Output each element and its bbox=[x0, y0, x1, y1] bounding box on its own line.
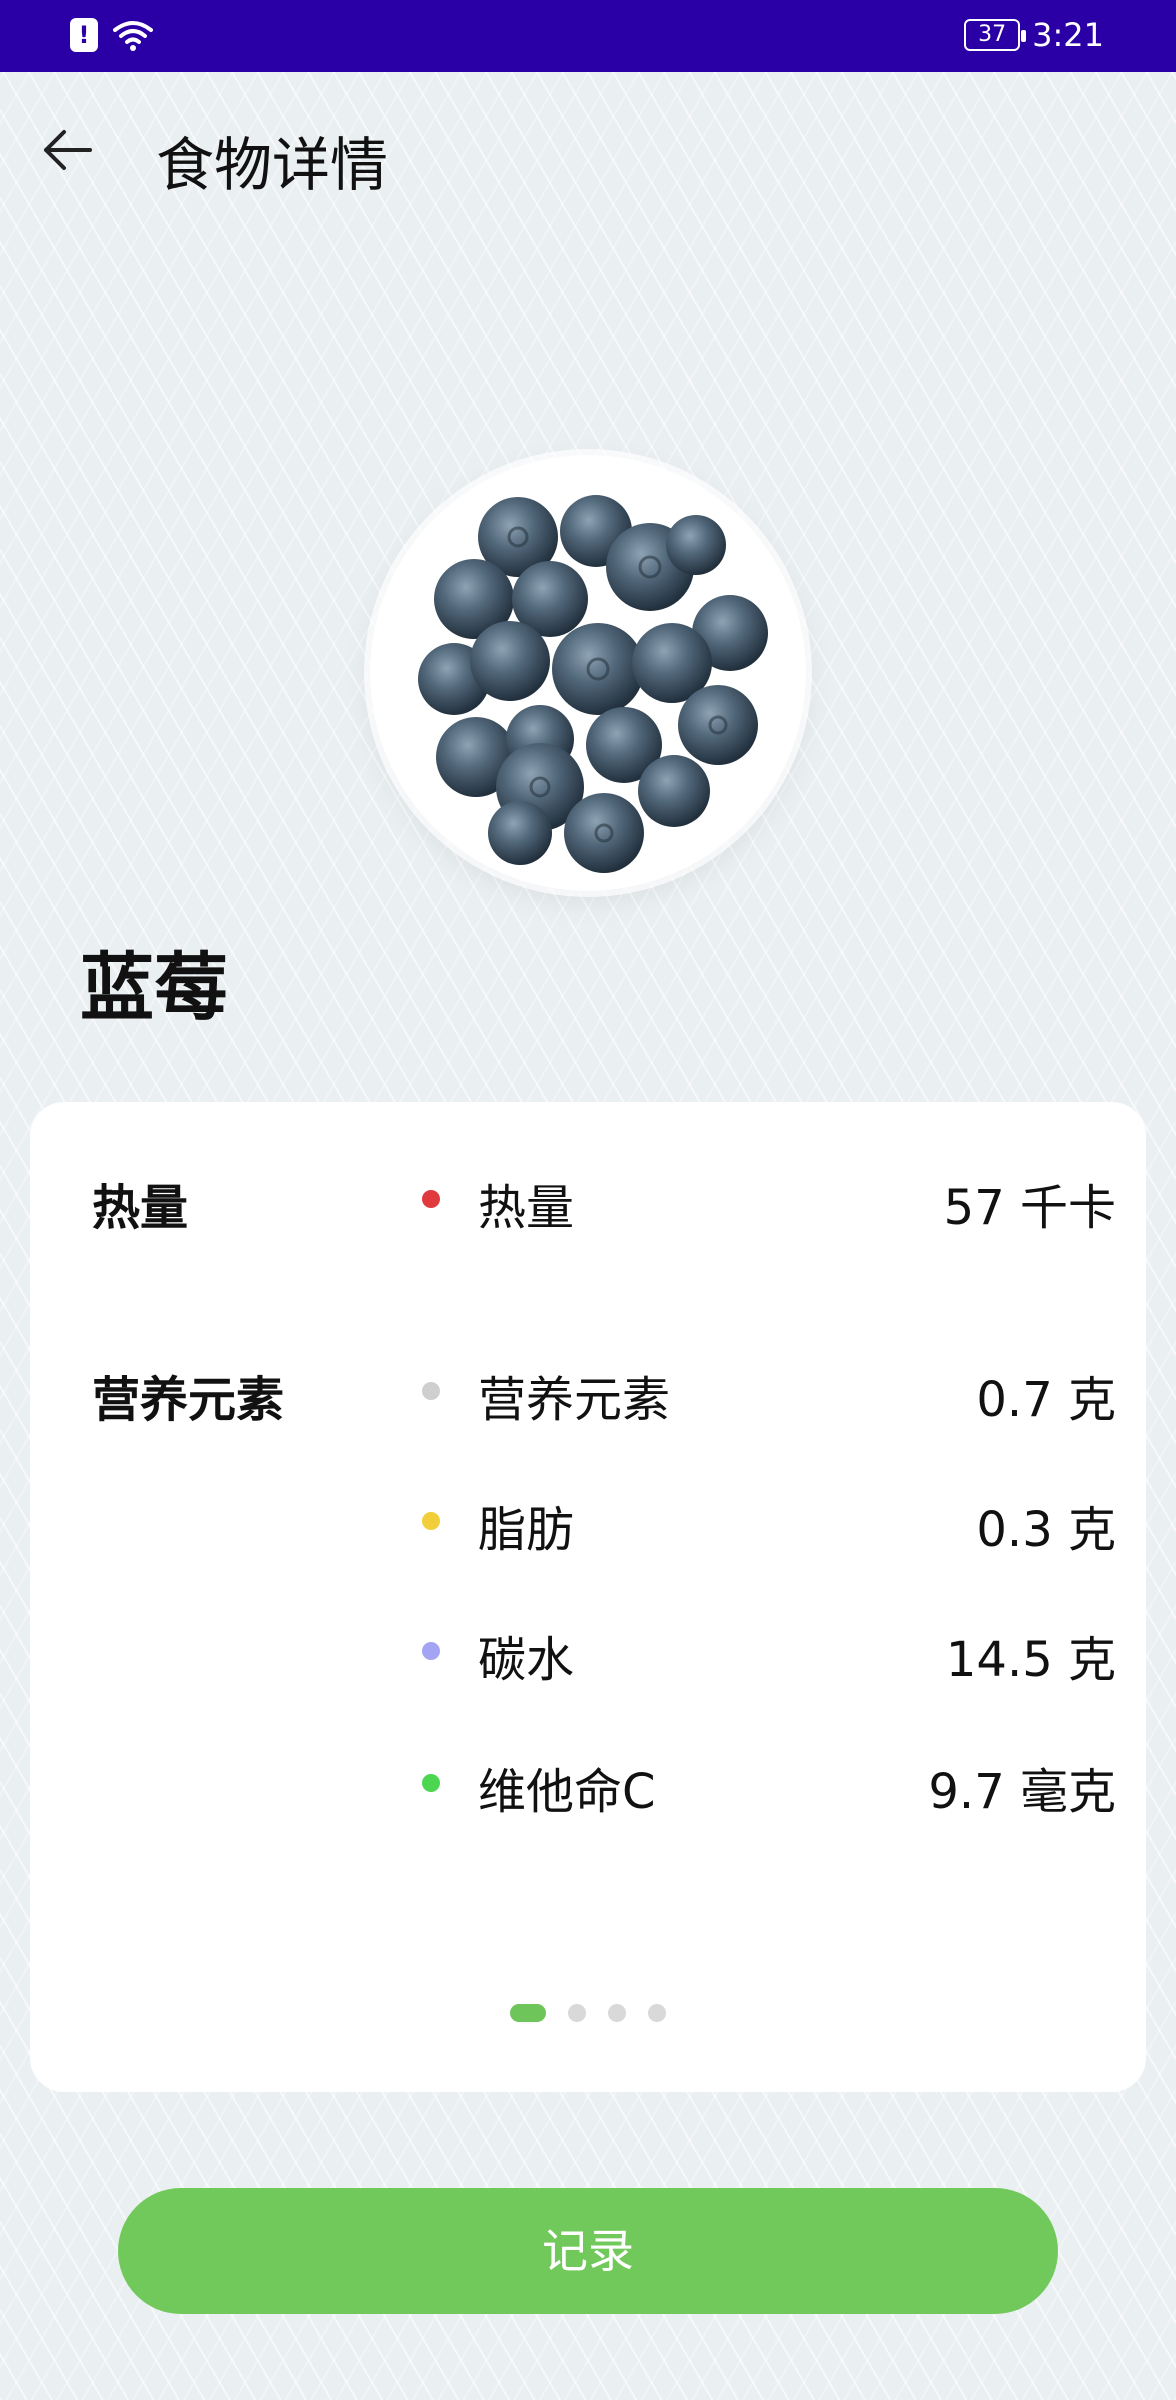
row-label: 营养元素 bbox=[478, 1372, 671, 1428]
nutrition-row-carbs: 碳水 14.5 克 bbox=[422, 1620, 1116, 1688]
blueberry-bowl-photo bbox=[418, 495, 768, 873]
page-dot-active[interactable] bbox=[510, 2004, 546, 2022]
dot-icon bbox=[422, 1190, 440, 1208]
nutrition-row-fat: 脂肪 0.3 克 bbox=[422, 1490, 1116, 1558]
nutrition-card: 热量 热量 57 千卡 营养元素 营养元素 0.7 克 脂肪 0.3 克 碳水 … bbox=[30, 1102, 1146, 2092]
food-name: 蓝莓 bbox=[80, 945, 228, 1031]
page-indicator[interactable] bbox=[30, 2004, 1146, 2022]
row-value: 14.5 克 bbox=[945, 1632, 1116, 1688]
nutrition-row-calories: 热量 57 千卡 bbox=[422, 1168, 1116, 1236]
alert-icon: ! bbox=[70, 18, 98, 52]
dot-icon bbox=[422, 1642, 440, 1660]
row-value: 0.7 克 bbox=[976, 1372, 1116, 1428]
row-label: 维他命C bbox=[478, 1764, 656, 1820]
clock: 3:21 bbox=[1032, 16, 1104, 54]
battery-level: 37 bbox=[978, 22, 1007, 47]
dot-icon bbox=[422, 1774, 440, 1792]
row-label: 脂肪 bbox=[478, 1502, 575, 1558]
page-dot[interactable] bbox=[568, 2004, 586, 2022]
nutrient-group-title: 营养元素 bbox=[92, 1372, 285, 1428]
nutrition-row-vitamin-c: 维他命C 9.7 毫克 bbox=[422, 1752, 1116, 1820]
row-value: 0.3 克 bbox=[976, 1502, 1116, 1558]
row-label: 碳水 bbox=[478, 1632, 575, 1688]
dot-icon bbox=[422, 1512, 440, 1530]
page-title: 食物详情 bbox=[156, 131, 389, 199]
record-button[interactable]: 记录 bbox=[118, 2188, 1058, 2314]
row-label: 热量 bbox=[478, 1180, 575, 1236]
row-value: 57 千卡 bbox=[943, 1180, 1116, 1236]
back-button[interactable] bbox=[32, 115, 102, 185]
food-image bbox=[370, 455, 806, 891]
dot-icon bbox=[422, 1382, 440, 1400]
battery-icon: 37 bbox=[964, 19, 1027, 51]
page-dot[interactable] bbox=[608, 2004, 626, 2022]
calorie-group-title: 热量 bbox=[92, 1180, 189, 1236]
row-value: 9.7 毫克 bbox=[928, 1764, 1116, 1820]
arrow-left-icon bbox=[44, 130, 92, 170]
wifi-icon bbox=[113, 21, 153, 51]
page-dot[interactable] bbox=[648, 2004, 666, 2022]
status-bar: ! 37 3:21 bbox=[0, 0, 1176, 72]
status-right: 37 3:21 bbox=[964, 16, 1104, 54]
status-left: ! bbox=[70, 18, 154, 52]
nutrition-row-nutrients: 营养元素 0.7 克 bbox=[422, 1360, 1116, 1428]
